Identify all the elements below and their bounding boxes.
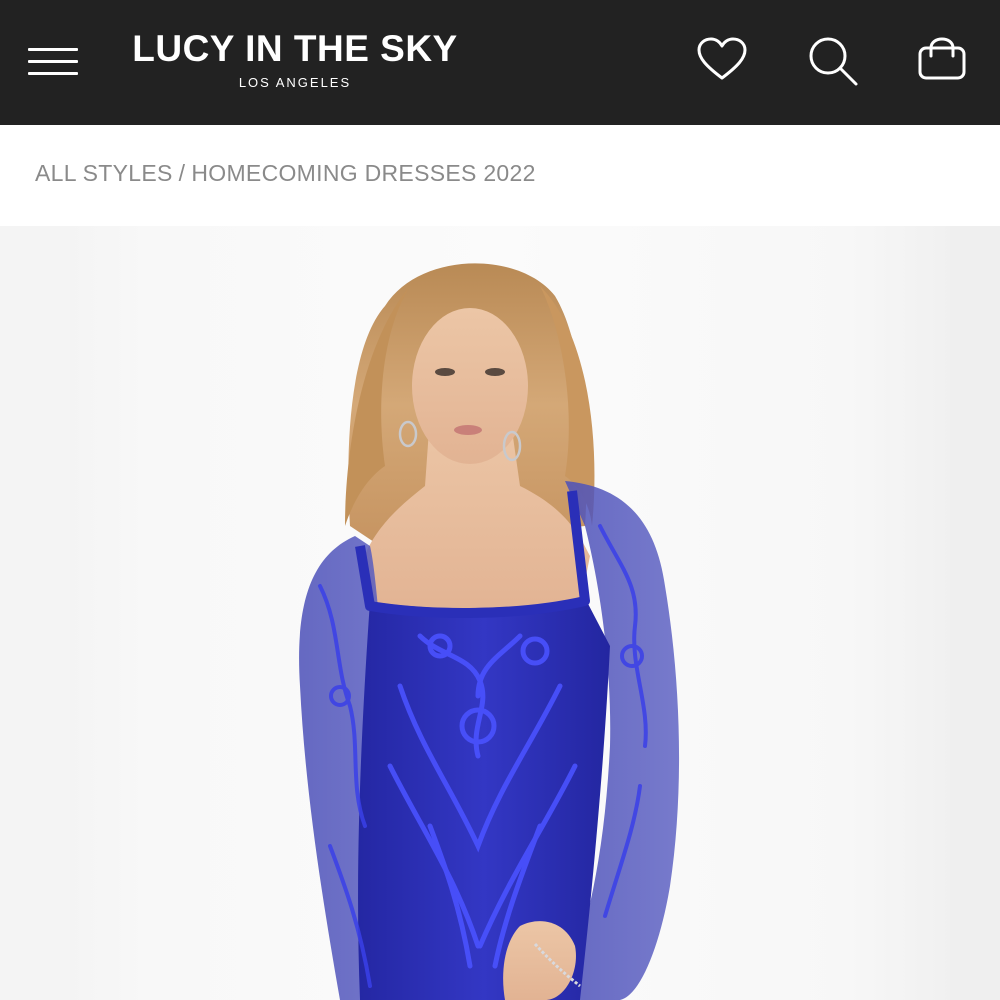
brand-name: LUCY IN THE SKY — [132, 28, 458, 69]
site-header: LUCY IN THE SKY LOS ANGELES — [0, 0, 1000, 125]
heart-icon[interactable] — [696, 36, 748, 84]
breadcrumb-homecoming-dresses[interactable]: HOMECOMING DRESSES 2022 — [191, 160, 535, 186]
shopping-bag-icon[interactable] — [914, 30, 970, 84]
brand-logo[interactable]: LUCY IN THE SKY LOS ANGELES — [120, 28, 470, 98]
brand-location: LOS ANGELES — [238, 75, 352, 90]
breadcrumb-separator: / — [178, 160, 186, 186]
search-icon[interactable] — [806, 34, 860, 88]
hamburger-menu-icon[interactable] — [28, 46, 78, 78]
product-image[interactable] — [0, 226, 1000, 1000]
breadcrumb-all-styles[interactable]: ALL STYLES — [35, 160, 173, 186]
breadcrumb: ALL STYLES / HOMECOMING DRESSES 2022 — [35, 160, 536, 192]
